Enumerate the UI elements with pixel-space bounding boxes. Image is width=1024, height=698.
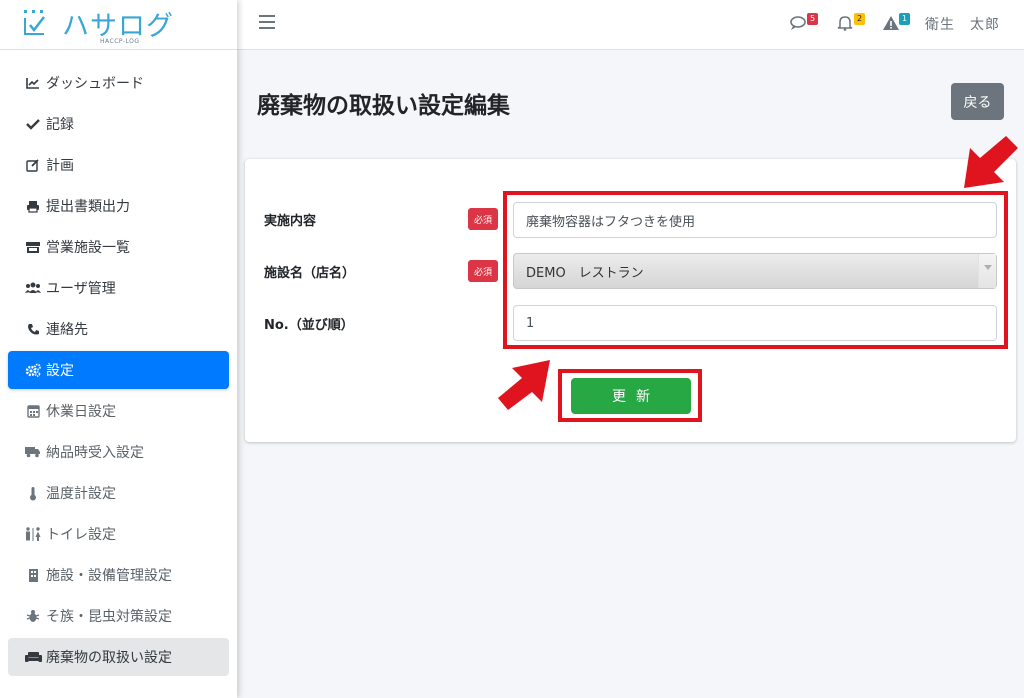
back-button[interactable]: 戻る bbox=[951, 83, 1004, 120]
sidebar-item-label: 温度計設定 bbox=[46, 486, 116, 502]
sidebar-item-delivery-settings[interactable]: 納品時受入設定 bbox=[8, 433, 229, 471]
restroom-icon bbox=[24, 526, 42, 542]
user-menu[interactable]: 衛生 太郎 bbox=[925, 14, 1000, 34]
sidebar-item-pest-settings[interactable]: そ族・昆虫対策設定 bbox=[8, 597, 229, 635]
sidebar: ハサログ HACCP-LOG ダッシュボード 記録 計画 提出書類出力 営業施設… bbox=[0, 0, 237, 698]
facility-select-value: DEMO レストラン bbox=[526, 265, 644, 281]
sidebar-item-waste-settings[interactable]: 廃棄物の取扱い設定 bbox=[8, 638, 229, 676]
sidebar-item-label: 記録 bbox=[46, 117, 74, 133]
page-title: 廃棄物の取扱い設定編集 bbox=[257, 93, 510, 119]
update-button[interactable]: 更新 bbox=[571, 378, 691, 414]
menu-toggle-icon[interactable] bbox=[259, 15, 275, 29]
field-label-facility: 施設名（店名） bbox=[264, 266, 356, 281]
sidebar-item-label: ユーザ管理 bbox=[46, 281, 116, 297]
check-icon bbox=[24, 116, 42, 132]
facility-select[interactable]: DEMO レストラン bbox=[513, 253, 997, 289]
sidebar-item-holiday-settings[interactable]: 休業日設定 bbox=[8, 392, 229, 430]
sidebar-nav: ダッシュボード 記録 計画 提出書類出力 営業施設一覧 ユーザ管理 連絡先 設定… bbox=[0, 64, 237, 679]
top-navbar: 5 2 1 衛生 太郎 bbox=[237, 0, 1024, 50]
checklist-logo-icon bbox=[24, 10, 45, 35]
field-label-order: No.（並び順） bbox=[264, 318, 354, 333]
sidebar-item-label: 廃棄物の取扱い設定 bbox=[46, 650, 172, 666]
arrow-down-left-icon bbox=[964, 136, 1018, 188]
phone-icon bbox=[24, 321, 42, 337]
notifications-button[interactable]: 2 bbox=[837, 13, 865, 35]
store-icon bbox=[24, 239, 42, 255]
field-label-content: 実施内容 bbox=[264, 214, 317, 229]
sidebar-item-records[interactable]: 記録 bbox=[8, 105, 229, 143]
comments-count-badge: 5 bbox=[807, 13, 818, 25]
users-icon bbox=[24, 280, 42, 296]
sidebar-item-label: そ族・昆虫対策設定 bbox=[46, 609, 172, 625]
building-icon bbox=[24, 567, 42, 583]
comments-icon bbox=[790, 16, 806, 30]
sidebar-item-label: 提出書類出力 bbox=[46, 199, 130, 215]
bug-icon bbox=[24, 608, 42, 624]
alerts-count-badge: 1 bbox=[899, 13, 910, 25]
sidebar-item-label: 納品時受入設定 bbox=[46, 445, 144, 461]
notifications-count-badge: 2 bbox=[854, 13, 865, 25]
cogs-icon bbox=[24, 362, 42, 378]
sidebar-item-facilities[interactable]: 営業施設一覧 bbox=[8, 228, 229, 266]
calendar-icon bbox=[24, 403, 42, 419]
sidebar-item-label: 連絡先 bbox=[46, 322, 88, 338]
thermometer-icon bbox=[24, 485, 42, 501]
edit-icon bbox=[24, 157, 42, 173]
required-badge: 必須 bbox=[468, 208, 498, 230]
couch-icon bbox=[24, 649, 42, 665]
sidebar-item-label: 休業日設定 bbox=[46, 404, 116, 420]
warning-icon bbox=[883, 16, 899, 30]
sidebar-item-print[interactable]: 提出書類出力 bbox=[8, 187, 229, 225]
sidebar-item-label: 設定 bbox=[46, 363, 74, 379]
sidebar-item-label: ダッシュボード bbox=[46, 76, 144, 92]
chart-line-icon bbox=[24, 75, 42, 91]
required-badge: 必須 bbox=[468, 260, 498, 282]
bell-icon bbox=[837, 16, 853, 31]
sidebar-item-users[interactable]: ユーザ管理 bbox=[8, 269, 229, 307]
sidebar-item-restroom-settings[interactable]: トイレ設定 bbox=[8, 515, 229, 553]
sidebar-item-contacts[interactable]: 連絡先 bbox=[8, 310, 229, 348]
sidebar-item-label: 営業施設一覧 bbox=[46, 240, 130, 256]
order-input[interactable]: 1 bbox=[513, 305, 997, 341]
sidebar-item-plan[interactable]: 計画 bbox=[8, 146, 229, 184]
print-icon bbox=[24, 198, 42, 214]
chevron-down-icon bbox=[978, 254, 996, 288]
sidebar-item-label: 施設・設備管理設定 bbox=[46, 568, 172, 584]
sidebar-item-equipment-settings[interactable]: 施設・設備管理設定 bbox=[8, 556, 229, 594]
sidebar-item-settings[interactable]: 設定 bbox=[8, 351, 229, 389]
sidebar-item-dashboard[interactable]: ダッシュボード bbox=[8, 64, 229, 102]
truck-icon bbox=[24, 444, 42, 460]
sidebar-item-label: トイレ設定 bbox=[46, 527, 116, 543]
sidebar-item-thermometer-settings[interactable]: 温度計設定 bbox=[8, 474, 229, 512]
brand-subtitle: HACCP-LOG bbox=[100, 38, 140, 45]
sidebar-item-label: 計画 bbox=[46, 158, 74, 174]
content-input[interactable]: 廃棄物容器はフタつきを使用 bbox=[513, 202, 997, 238]
arrow-down-right-icon bbox=[498, 360, 550, 410]
alerts-button[interactable]: 1 bbox=[882, 13, 910, 35]
comments-button[interactable]: 5 bbox=[790, 13, 818, 35]
brand[interactable]: ハサログ HACCP-LOG bbox=[0, 0, 237, 50]
